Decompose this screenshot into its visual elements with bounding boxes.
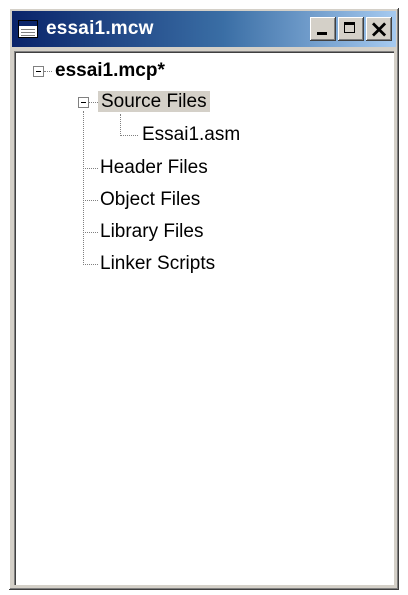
tree-folder-label: Header Files [100,157,208,178]
tree-folder-label: Linker Scripts [100,253,216,274]
tree-folder-label: Library Files [100,221,204,242]
tree-connector [83,264,98,265]
project-tree-panel: essai1.mcp* Source Files Essai1.asm Head… [14,51,394,585]
tree-folder-header-files[interactable]: Header Files [100,156,208,180]
tree-file-essai1-asm[interactable]: Essai1.asm [142,123,240,147]
maximize-button[interactable] [338,17,364,41]
collapse-icon[interactable] [33,66,44,77]
title-bar[interactable]: essai1.mcw [12,11,396,47]
tree-connector [83,111,84,265]
tree-folder-object-files[interactable]: Object Files [100,188,200,212]
tree-folder-library-files[interactable]: Library Files [100,220,203,244]
tree-folder-label: Object Files [100,189,201,210]
close-button[interactable] [366,15,392,43]
tree-folder-linker-scripts[interactable]: Linker Scripts [100,252,215,276]
tree-root-label: essai1.mcp* [55,60,165,81]
window-icon[interactable] [18,20,38,38]
window-title: essai1.mcw [46,18,154,39]
tree-connector [83,168,98,169]
tree-connector [89,102,98,103]
tree-connector [120,114,121,136]
collapse-icon[interactable] [78,97,89,108]
tree-folder-label: Source Files [98,91,210,112]
tree-connector [120,135,138,136]
tree-connector [44,71,52,72]
minimize-button[interactable] [310,17,336,41]
title-buttons [308,15,392,43]
tree-connector [83,232,98,233]
tree-connector [83,200,98,201]
project-window: essai1.mcw essai1.mcp* [9,8,399,590]
project-tree: essai1.mcp* Source Files Essai1.asm Head… [14,51,394,585]
tree-folder-source-files[interactable]: Source Files [98,90,210,114]
tree-file-label: Essai1.asm [142,124,241,145]
tree-root[interactable]: essai1.mcp* [55,59,165,83]
